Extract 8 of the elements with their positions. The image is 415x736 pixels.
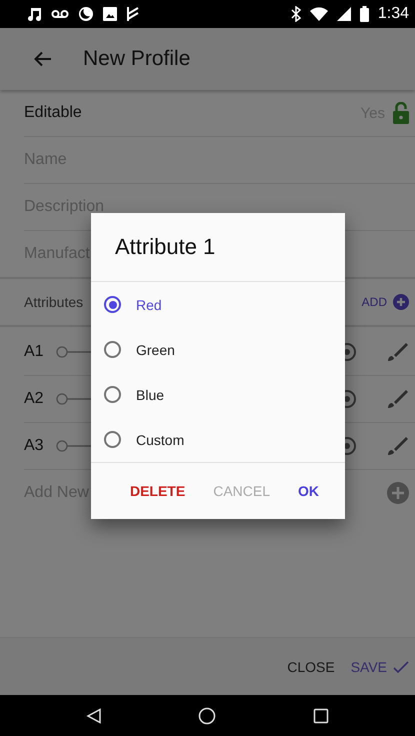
dialog-title: Attribute 1	[91, 213, 345, 282]
attribute-label: A3	[24, 437, 44, 455]
attribute-label: A2	[24, 390, 44, 408]
page-title: New Profile	[83, 47, 190, 71]
section-label: Attributes	[24, 294, 84, 310]
clock-time: 1:34	[378, 5, 409, 23]
editable-label: Editable	[24, 104, 82, 122]
attribute-label: A1	[24, 343, 44, 361]
